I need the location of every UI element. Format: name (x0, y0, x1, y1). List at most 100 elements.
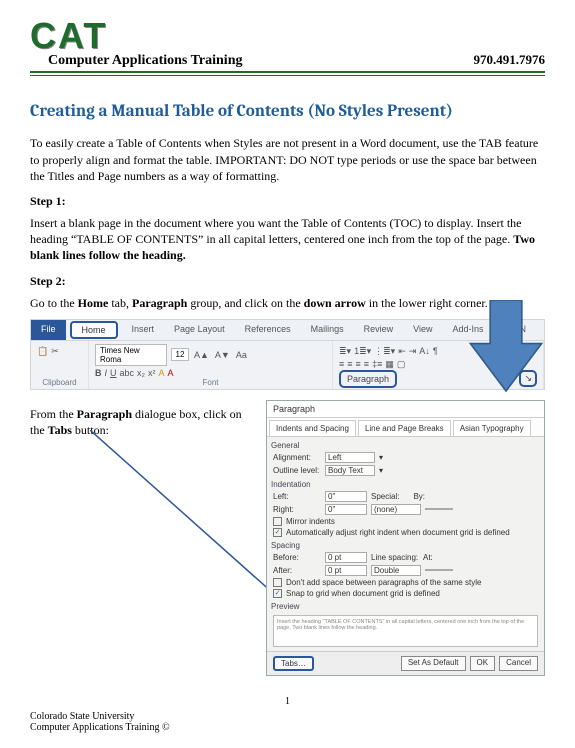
left-label: Left: (273, 492, 321, 501)
mirror-checkbox[interactable] (273, 517, 282, 526)
at-input[interactable] (425, 569, 453, 571)
align-right-icon[interactable]: ≡ (356, 359, 361, 369)
after-label: After: (273, 566, 321, 575)
strike-icon[interactable]: abc (120, 368, 135, 378)
italic-icon[interactable]: I (105, 368, 108, 378)
dialog-tab-linepage[interactable]: Line and Page Breaks (358, 420, 451, 436)
group-paragraph: Paragraph (339, 370, 397, 388)
decrease-indent-icon[interactable]: ⇤ (398, 346, 406, 357)
at-label: At: (423, 553, 439, 562)
note-paragraph: From the Paragraph dialogue box, click o… (30, 406, 250, 438)
line-label: Line spacing: (371, 553, 419, 562)
ribbon-tab-review[interactable]: Review (354, 320, 404, 340)
header-tagline: Computer Applications Training (48, 53, 242, 69)
font-name-selector[interactable]: Times New Roma (95, 344, 167, 366)
cut-icon[interactable]: ✂ (51, 346, 59, 357)
underline-icon[interactable]: U (110, 368, 117, 378)
snap-checkbox[interactable]: ✓ (273, 589, 282, 598)
before-input[interactable]: 0 pt (325, 552, 367, 563)
align-center-icon[interactable]: ≡ (347, 359, 352, 369)
highlight-icon[interactable]: A (159, 368, 165, 378)
section-spacing: Spacing (271, 541, 540, 550)
bold-icon[interactable]: B (95, 368, 102, 378)
outline-label: Outline level: (273, 466, 321, 475)
increase-indent-icon[interactable]: ⇥ (409, 346, 417, 357)
alignment-label: Alignment: (273, 453, 321, 462)
nospace-checkbox[interactable] (273, 578, 282, 587)
ok-button[interactable]: OK (470, 656, 496, 671)
step1-label: Step 1: (30, 194, 545, 209)
step1-text: Insert a blank page in the document wher… (30, 215, 545, 264)
numbering-icon[interactable]: 1≣▾ (354, 346, 371, 357)
step1-text-a: Insert a blank page in the document wher… (30, 216, 521, 246)
alignment-select[interactable]: Left (325, 452, 375, 463)
after-input[interactable]: 0 pt (325, 565, 367, 576)
section-indentation: Indentation (271, 480, 540, 489)
step2-label: Step 2: (30, 274, 545, 289)
sup-icon[interactable]: x² (148, 368, 156, 378)
dialog-tab-asian[interactable]: Asian Typography (453, 420, 531, 436)
header-rule (30, 75, 545, 76)
bullets-icon[interactable]: ≣▾ (339, 346, 351, 357)
right-label: Right: (273, 505, 321, 514)
line-select[interactable]: Double (371, 565, 421, 576)
by-input[interactable] (425, 508, 453, 510)
align-left-icon[interactable]: ≡ (339, 359, 344, 369)
font-size-selector[interactable]: 12 (171, 348, 189, 361)
header-phone: 970.491.7976 (474, 52, 546, 68)
sort-icon[interactable]: A↓ (419, 346, 430, 356)
before-label: Before: (273, 553, 321, 562)
set-default-button[interactable]: Set As Default (401, 656, 466, 671)
line-spacing-icon[interactable]: ‡≡ (372, 359, 382, 369)
grow-font-icon[interactable]: A▲ (193, 350, 210, 360)
preview-box: Insert the heading "TABLE OF CONTENTS" i… (273, 615, 538, 647)
auto-indent-checkbox[interactable]: ✓ (273, 528, 282, 537)
footer-line2: Computer Applications Training © (30, 722, 545, 733)
footer-line1: Colorado State University (30, 711, 545, 722)
n-e: button: (72, 423, 109, 437)
n-a: From the (30, 407, 77, 421)
dialog-tab-indents[interactable]: Indents and Spacing (269, 420, 356, 436)
t-b: Home (78, 296, 109, 310)
ribbon-tab-references[interactable]: References (235, 320, 301, 340)
right-input[interactable]: 0" (325, 504, 367, 515)
multilevel-icon[interactable]: ⋮≣▾ (374, 346, 395, 357)
n-b: Paragraph (77, 407, 132, 421)
t-f: down arrow (304, 296, 366, 310)
ribbon-tab-home[interactable]: Home (70, 321, 118, 339)
ribbon-tab-view[interactable]: View (403, 320, 442, 340)
ribbon-tab-page-layout[interactable]: Page Layout (164, 320, 235, 340)
sub-icon[interactable]: x₂ (137, 368, 145, 378)
font-color-icon[interactable]: A (168, 368, 174, 378)
group-font: Font (95, 378, 326, 387)
auto-indent-label: Automatically adjust right indent when d… (286, 528, 510, 537)
shrink-font-icon[interactable]: A▼ (214, 350, 231, 360)
show-marks-icon[interactable]: ¶ (433, 346, 438, 356)
tabs-button[interactable]: Tabs… (273, 656, 314, 671)
dropdown-icon[interactable]: ▾ (379, 466, 383, 475)
paragraph-launcher-icon[interactable]: ↘ (519, 370, 537, 387)
group-clipboard: Clipboard (37, 378, 82, 387)
n-d: Tabs (48, 423, 72, 437)
shading-icon[interactable]: ▦ (385, 359, 394, 370)
cancel-button[interactable]: Cancel (499, 656, 538, 671)
borders-icon[interactable]: ▢ (397, 359, 406, 370)
dropdown-icon[interactable]: ▾ (379, 453, 383, 462)
justify-icon[interactable]: ≡ (364, 359, 369, 369)
outline-select[interactable]: Body Text (325, 465, 375, 476)
ribbon-tab-insert[interactable]: Insert (122, 320, 165, 340)
section-preview: Preview (271, 602, 540, 611)
left-input[interactable]: 0" (325, 491, 367, 502)
ribbon-tab-file[interactable]: File (31, 320, 66, 340)
t-e: group, and click on the (187, 296, 303, 310)
snap-label: Snap to grid when document grid is defin… (286, 589, 440, 598)
change-case-icon[interactable]: Aa (235, 350, 248, 360)
t-d: Paragraph (132, 296, 187, 310)
word-ribbon-screenshot: File Home Insert Page Layout References … (30, 319, 545, 390)
nospace-label: Don't add space between paragraphs of th… (286, 578, 481, 587)
t-a: Go to the (30, 296, 78, 310)
ribbon-tab-mailings[interactable]: Mailings (301, 320, 354, 340)
by-label: By: (405, 492, 425, 501)
special-select[interactable]: (none) (371, 504, 421, 515)
paste-icon[interactable]: 📋 (37, 346, 48, 357)
